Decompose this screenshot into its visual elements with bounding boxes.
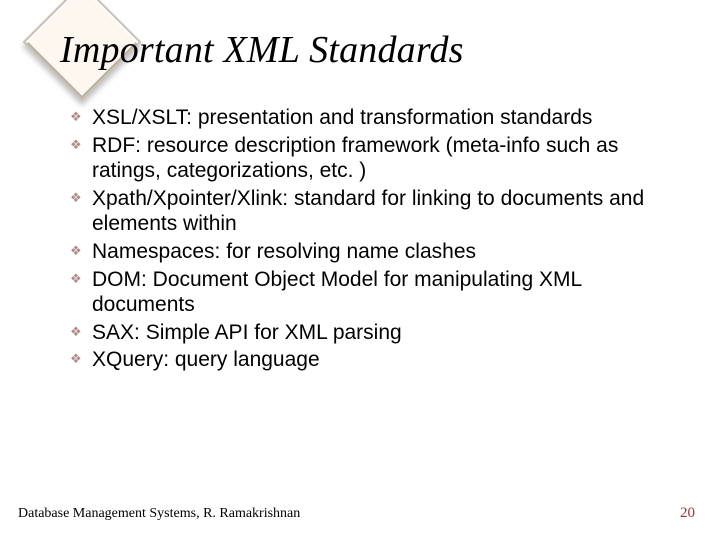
diamond-bullet-icon: ❖	[70, 138, 92, 151]
list-item-text: SAX: Simple API for XML parsing	[92, 320, 402, 346]
list-item-text: XQuery: query language	[92, 347, 320, 373]
diamond-bullet-icon: ❖	[70, 110, 92, 123]
list-item-text: DOM: Document Object Model for manipulat…	[92, 267, 670, 318]
list-item: ❖ RDF: resource description framework (m…	[70, 133, 670, 184]
list-item: ❖ Xpath/Xpointer/Xlink: standard for lin…	[70, 186, 670, 237]
list-item-text: RDF: resource description framework (met…	[92, 133, 670, 184]
diamond-bullet-icon: ❖	[70, 272, 92, 285]
diamond-bullet-icon: ❖	[70, 244, 92, 257]
list-item: ❖ XSL/XSLT: presentation and transformat…	[70, 105, 670, 131]
list-item: ❖ SAX: Simple API for XML parsing	[70, 320, 670, 346]
slide-title: Important XML Standards	[60, 28, 464, 72]
diamond-bullet-icon: ❖	[70, 352, 92, 365]
list-item-text: Xpath/Xpointer/Xlink: standard for linki…	[92, 186, 670, 237]
slide: Important XML Standards ❖ XSL/XSLT: pres…	[0, 0, 720, 540]
list-item: ❖ DOM: Document Object Model for manipul…	[70, 267, 670, 318]
diamond-bullet-icon: ❖	[70, 325, 92, 338]
page-number: 20	[680, 505, 695, 522]
slide-body: ❖ XSL/XSLT: presentation and transformat…	[70, 105, 670, 375]
footer-text: Database Management Systems, R. Ramakris…	[18, 506, 300, 522]
list-item: ❖ XQuery: query language	[70, 347, 670, 373]
list-item-text: XSL/XSLT: presentation and transformatio…	[92, 105, 592, 131]
list-item: ❖ Namespaces: for resolving name clashes	[70, 239, 670, 265]
list-item-text: Namespaces: for resolving name clashes	[92, 239, 476, 265]
diamond-bullet-icon: ❖	[70, 191, 92, 204]
